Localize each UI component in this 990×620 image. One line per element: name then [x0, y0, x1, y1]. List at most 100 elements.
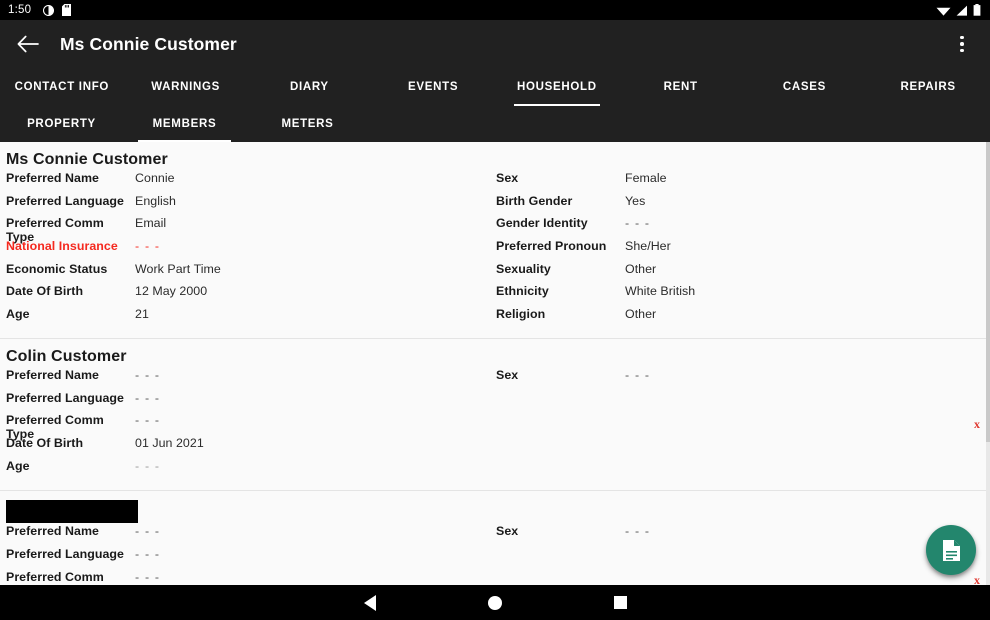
nav-back-button[interactable]	[308, 585, 433, 620]
field-label: Economic Status	[6, 261, 108, 276]
field-row: Preferred Name - - - Sex - - -	[0, 368, 990, 391]
field-value: - - -	[625, 216, 651, 231]
field-row: Preferred Name Connie Sex Female	[0, 171, 990, 194]
field-cell-right: Sex - - -	[490, 368, 980, 382]
tab-label: EVENTS	[408, 81, 459, 93]
field-label: Age	[6, 307, 30, 322]
member-name: Colin Customer	[6, 347, 127, 365]
field-cell-left: Economic Status Work Part Time	[0, 262, 490, 276]
field-row: Preferred Comm Type Email Gender Identity -…	[0, 216, 990, 244]
field-value: Connie	[135, 171, 175, 185]
nav-home-icon	[488, 595, 502, 610]
field-row: Economic Status Work Part Time Sexuality Ot…	[0, 262, 990, 285]
subtab-label: PROPERTY	[27, 118, 96, 130]
nav-back-icon	[364, 594, 376, 611]
tab-label: CASES	[782, 81, 826, 93]
android-nav-bar	[0, 585, 990, 620]
field-label: Preferred Language	[6, 546, 124, 561]
subtab-property[interactable]: PROPERTY	[0, 106, 123, 142]
back-button[interactable]	[6, 22, 50, 66]
remove-member-button[interactable]: x	[974, 573, 980, 585]
field-label: Religion	[496, 307, 546, 322]
scrollbar-thumb[interactable]	[986, 142, 990, 442]
tab-label: DIARY	[289, 81, 329, 93]
field-label: Sex	[496, 171, 519, 185]
overflow-menu-button[interactable]	[944, 24, 980, 64]
field-value: White British	[625, 284, 696, 299]
status-bar: 1:50	[0, 0, 990, 20]
tab-label: CONTACT INFO	[14, 81, 110, 93]
field-cell-left: Age - - -	[0, 459, 490, 473]
field-cell-left: Preferred Name - - -	[0, 524, 490, 538]
battery-icon	[973, 4, 981, 16]
subtab-meters[interactable]: METERS	[246, 106, 369, 142]
field-cell-left: Age 21	[0, 307, 490, 321]
tab-rent[interactable]: RENT	[619, 68, 743, 106]
scrollbar-track[interactable]	[986, 142, 990, 585]
contrast-icon	[43, 4, 55, 16]
nav-recents-button[interactable]	[558, 585, 683, 620]
field-label: Ethnicity	[496, 284, 549, 299]
field-value: - - -	[135, 458, 161, 473]
field-label: Sex	[496, 524, 519, 539]
field-value: - - -	[135, 390, 161, 405]
field-cell-left: National Insurance - - -	[0, 239, 490, 253]
field-cell-left: Preferred Name - - -	[0, 368, 490, 382]
field-cell-left: Date Of Birth 01 Jun 2021	[0, 436, 490, 450]
field-label: Preferred Pronoun	[496, 239, 607, 254]
field-cell-right: Sex Female	[490, 171, 980, 185]
field-label: Sexuality	[496, 261, 551, 276]
add-document-fab[interactable]	[926, 525, 976, 575]
field-row: National Insurance - - - Preferred Pronoun…	[0, 239, 990, 262]
tab-contact-info[interactable]: CONTACT INFO	[0, 68, 124, 106]
field-value: English	[135, 193, 176, 208]
wifi-icon	[936, 7, 951, 16]
field-value: 01 Jun 2021	[135, 435, 204, 450]
member-field-rows: Preferred Name Connie Sex Female Preferred L…	[0, 171, 990, 330]
field-value: - - -	[135, 569, 161, 584]
tab-diary[interactable]: DIARY	[248, 68, 372, 106]
field-value: - - -	[135, 546, 161, 561]
field-value: - - -	[135, 239, 161, 254]
field-value: Email	[135, 216, 167, 231]
field-label: Preferred Language	[6, 390, 124, 405]
field-value: - - -	[625, 524, 651, 539]
tab-repairs[interactable]: REPAIRS	[866, 68, 990, 106]
secondary-tab-bar: PROPERTY MEMBERS METERS	[0, 106, 990, 142]
app-bar: Ms Connie Customer	[0, 20, 990, 68]
tab-label: HOUSEHOLD	[516, 81, 597, 93]
members-list: Ms Connie Customer Preferred Name Connie Se…	[0, 142, 990, 585]
field-row: Preferred Language - - -	[0, 391, 990, 414]
sd-card-icon	[62, 4, 72, 16]
field-row: Preferred Comm Type- - -	[0, 413, 990, 441]
field-row: Date Of Birth 01 Jun 2021	[0, 436, 990, 459]
field-row: Preferred Language - - -	[0, 547, 990, 570]
field-label: Preferred Language	[6, 193, 124, 208]
status-clock: 1:50	[8, 4, 32, 16]
field-label: Preferred Comm Type	[6, 569, 104, 585]
tab-cases[interactable]: CASES	[743, 68, 867, 106]
overflow-menu-icon-dot2	[960, 42, 964, 46]
field-value: - - -	[625, 367, 651, 382]
field-row: Age 21 Religion Other	[0, 307, 990, 330]
field-label: Birth Gender	[496, 193, 573, 208]
status-left-icons	[43, 4, 72, 16]
remove-member-button[interactable]: x	[974, 417, 980, 432]
field-cell-left: Preferred Comm Type - - -	[0, 570, 490, 585]
tab-household[interactable]: HOUSEHOLD	[495, 68, 619, 106]
tab-warnings[interactable]: WARNINGS	[124, 68, 248, 106]
tab-events[interactable]: EVENTS	[371, 68, 495, 106]
subtab-label: METERS	[281, 118, 334, 130]
member-section: Colin Customer Preferred Name - - - Sex - - …	[0, 337, 990, 490]
subtab-members[interactable]: MEMBERS	[123, 106, 246, 142]
status-right-icons	[936, 4, 981, 16]
field-label: Preferred Name	[6, 171, 99, 185]
field-label: Sex	[496, 367, 519, 382]
primary-tab-bar: CONTACT INFO WARNINGS DIARY EVENTS HOUSEHOLD…	[0, 68, 990, 106]
tab-label: WARNINGS	[151, 81, 221, 93]
field-cell-right: Gender Identity - - -	[490, 216, 980, 230]
members-container: Ms Connie Customer Preferred Name Connie Se…	[0, 151, 990, 585]
nav-home-button[interactable]	[433, 585, 558, 620]
nav-recents-icon	[613, 596, 627, 609]
field-value: - - -	[135, 524, 161, 539]
